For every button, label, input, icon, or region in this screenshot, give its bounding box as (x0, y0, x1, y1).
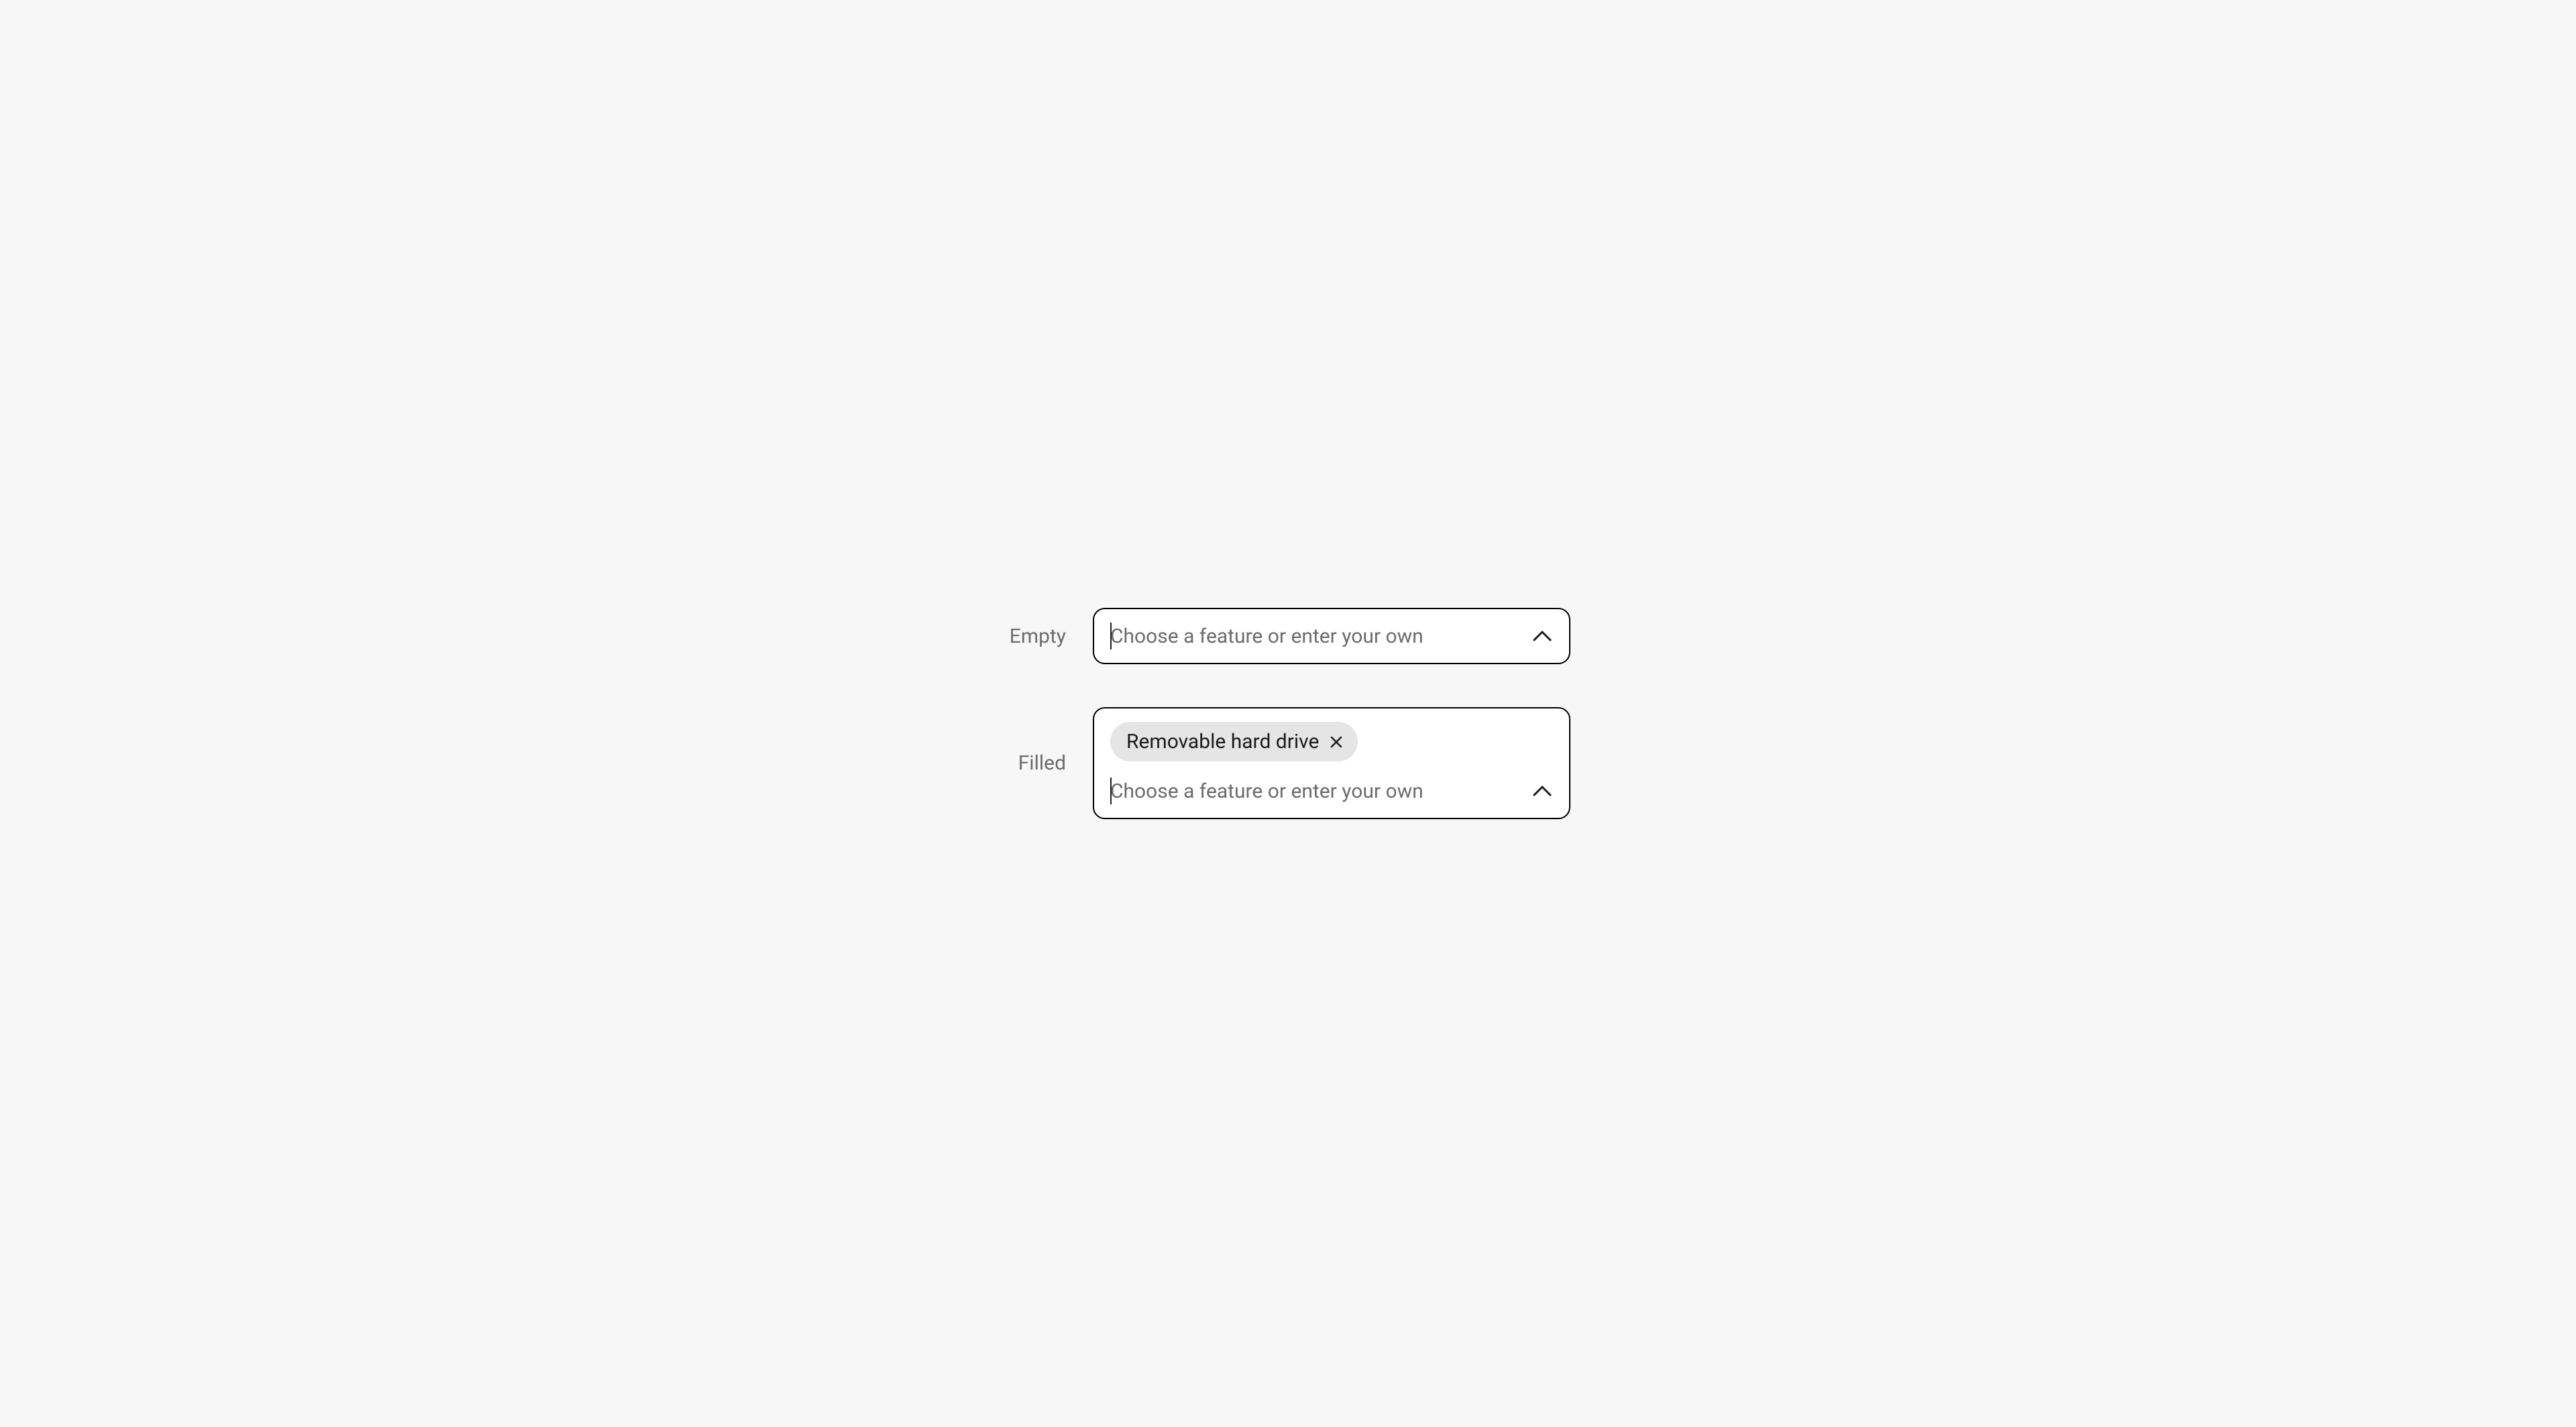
combobox-empty[interactable]: Choose a feature or enter your own (1093, 608, 1570, 664)
combobox-input-row[interactable]: Choose a feature or enter your own (1110, 778, 1553, 804)
chevron-up-icon[interactable] (1532, 780, 1553, 802)
chip-removable-hard-drive: Removable hard drive (1110, 722, 1358, 761)
chip-label: Removable hard drive (1126, 730, 1319, 753)
combobox-placeholder: Choose a feature or enter your own (1110, 780, 1532, 803)
combobox-filled[interactable]: Removable hard drive Choose a feature or… (1093, 707, 1570, 819)
filled-state-label: Filled (1006, 751, 1066, 775)
empty-state-row: Empty Choose a feature or enter your own (1006, 608, 1570, 664)
combobox-input-row[interactable]: Choose a feature or enter your own (1110, 623, 1553, 649)
filled-state-row: Filled Removable hard drive Choose a fea… (1006, 707, 1570, 819)
chip-container: Removable hard drive (1110, 722, 1553, 761)
examples-container: Empty Choose a feature or enter your own… (979, 608, 1597, 819)
empty-state-label: Empty (1006, 625, 1066, 648)
combobox-placeholder: Choose a feature or enter your own (1110, 625, 1532, 648)
chevron-up-icon[interactable] (1532, 625, 1553, 647)
close-icon[interactable] (1328, 734, 1344, 750)
